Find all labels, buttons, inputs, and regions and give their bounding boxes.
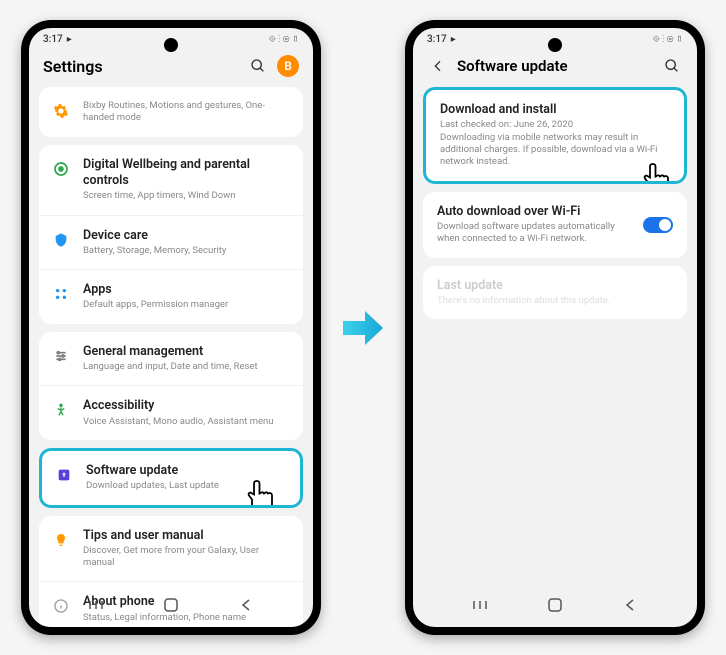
status-icons: ⟐ ⋮ ⊚ ▯	[269, 35, 299, 45]
status-icons: ⟐ ⋮ ⊚ ▯	[653, 35, 683, 45]
page-title: Software update	[457, 57, 653, 75]
gear-icon	[51, 101, 71, 121]
row-device-care[interactable]: Device care Battery, Storage, Memory, Se…	[39, 215, 303, 270]
row-sub: Download software updates automatically …	[437, 221, 627, 246]
wellbeing-icon	[51, 159, 71, 179]
row-title: Apps	[83, 282, 291, 298]
screen-software-update: 3:17 ▸ ⟐ ⋮ ⊚ ▯ Software update Download …	[413, 28, 697, 627]
update-options: Download and install Last checked on: Ju…	[413, 87, 697, 337]
row-title: Software update	[86, 463, 288, 479]
row-sub: Bixby Routines, Motions and gestures, On…	[83, 100, 291, 125]
transition-arrow-icon	[339, 304, 387, 352]
row-sub: Discover, Get more from your Galaxy, Use…	[83, 545, 291, 570]
row-sub: Screen time, App timers, Wind Down	[83, 190, 291, 202]
status-time: 3:17	[43, 34, 63, 45]
row-title: Device care	[83, 228, 291, 244]
device-care-icon	[51, 230, 71, 250]
profile-avatar[interactable]: B	[277, 55, 299, 77]
settings-header: Settings B	[29, 47, 313, 87]
row-sub: Battery, Storage, Memory, Security	[83, 245, 291, 257]
phone-right: 3:17 ▸ ⟐ ⋮ ⊚ ▯ Software update Download …	[405, 20, 705, 635]
camera-notch	[548, 38, 562, 52]
card-group-2: General management Language and input, D…	[39, 332, 303, 440]
card-auto-download[interactable]: Auto download over Wi-Fi Download softwa…	[423, 192, 687, 258]
card-last-update: Last update There's no information about…	[423, 266, 687, 320]
apps-icon	[51, 284, 71, 304]
row-wellbeing[interactable]: Digital Wellbeing and parental controls …	[39, 145, 303, 215]
accessibility-icon	[51, 400, 71, 420]
row-title: General management	[83, 344, 291, 360]
phone-left: 3:17 ▸ ⟐ ⋮ ⊚ ▯ Settings B Bixby Routines…	[21, 20, 321, 635]
row-sub: There's no information about this update…	[437, 295, 669, 307]
settings-list: Bixby Routines, Motions and gestures, On…	[29, 87, 313, 627]
status-app-icon: ▸	[67, 34, 72, 45]
back-button[interactable]	[615, 595, 645, 615]
camera-notch	[164, 38, 178, 52]
screen-settings: 3:17 ▸ ⟐ ⋮ ⊚ ▯ Settings B Bixby Routines…	[29, 28, 313, 627]
home-button[interactable]	[540, 595, 570, 615]
row-title: Accessibility	[83, 398, 291, 414]
recents-button[interactable]	[465, 595, 495, 615]
recents-button[interactable]	[81, 595, 111, 615]
row-title: Digital Wellbeing and parental controls	[83, 157, 291, 190]
row-title: Download and install	[440, 102, 666, 118]
row-title: Last update	[437, 278, 669, 294]
row-software-update: Software update Download updates, Last u…	[42, 451, 300, 505]
row-sub: Download updates, Last update	[86, 480, 288, 492]
row-tips[interactable]: Tips and user manual Discover, Get more …	[39, 516, 303, 582]
search-icon[interactable]	[247, 55, 269, 77]
row-accessibility[interactable]: Accessibility Voice Assistant, Mono audi…	[39, 385, 303, 440]
nav-bar	[413, 587, 697, 623]
back-icon[interactable]	[427, 55, 449, 77]
home-button[interactable]	[156, 595, 186, 615]
row-sub: Language and input, Date and time, Reset	[83, 361, 291, 373]
row-sub: Default apps, Permission manager	[83, 299, 291, 311]
update-icon	[54, 465, 74, 485]
card-group-1: Digital Wellbeing and parental controls …	[39, 145, 303, 324]
software-update-header: Software update	[413, 47, 697, 87]
status-time: 3:17	[427, 34, 447, 45]
row-apps[interactable]: Apps Default apps, Permission manager	[39, 269, 303, 324]
card-software-update-highlighted[interactable]: Software update Download updates, Last u…	[39, 448, 303, 508]
row-title: Auto download over Wi-Fi	[437, 204, 627, 220]
auto-download-toggle[interactable]	[643, 217, 673, 233]
general-icon	[51, 346, 71, 366]
row-general[interactable]: General management Language and input, D…	[39, 332, 303, 386]
row-title: Tips and user manual	[83, 528, 291, 544]
back-button[interactable]	[231, 595, 261, 615]
status-app-icon: ▸	[451, 34, 456, 45]
row-sub: Last checked on: June 26, 2020 Downloadi…	[440, 119, 666, 168]
card-advanced-features[interactable]: Bixby Routines, Motions and gestures, On…	[39, 87, 303, 137]
card-download-install-highlighted[interactable]: Download and install Last checked on: Ju…	[423, 87, 687, 184]
nav-bar	[29, 587, 313, 623]
search-icon[interactable]	[661, 55, 683, 77]
tips-icon	[51, 530, 71, 550]
page-title: Settings	[43, 57, 239, 76]
row-sub: Voice Assistant, Mono audio, Assistant m…	[83, 416, 291, 428]
